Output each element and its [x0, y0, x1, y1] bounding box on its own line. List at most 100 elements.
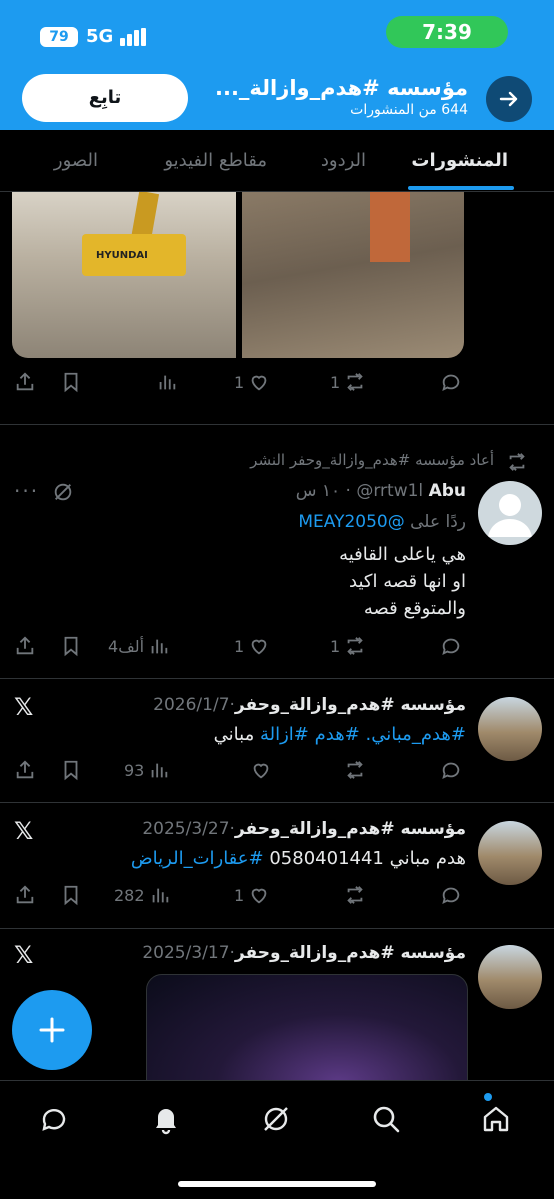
tab-posts[interactable]: المنشورات	[411, 150, 508, 171]
hashtag-link[interactable]: #عقارات_الرياض	[131, 848, 264, 869]
nav-home[interactable]	[476, 1099, 516, 1139]
default-avatar-icon	[488, 494, 532, 537]
author-name[interactable]: مؤسسه #هدم_وازالة_وحفر	[235, 695, 466, 715]
nav-search[interactable]	[366, 1099, 406, 1139]
rubble-photo[interactable]	[242, 192, 464, 358]
views-button[interactable]: 93	[124, 759, 170, 781]
author-line: 2025/3/17·مؤسسه #هدم_وازالة_وحفر	[142, 943, 466, 963]
tab-replies[interactable]: الردود	[321, 150, 366, 171]
tab-videos[interactable]: مقاطع الفيديو	[164, 150, 267, 171]
tab-photos[interactable]: الصور	[54, 150, 98, 171]
share-icon	[16, 372, 34, 391]
nav-messages[interactable]	[34, 1099, 74, 1139]
author-name[interactable]: مؤسسه #هدم_وازالة_وحفر	[235, 819, 466, 839]
back-button[interactable]	[486, 76, 532, 122]
post-text: هدم مباني 0580401441 #عقارات_الرياض	[131, 845, 466, 872]
repost-icon	[509, 453, 525, 471]
grok-icon[interactable]	[52, 481, 74, 503]
repost-button[interactable]: 1	[330, 371, 366, 393]
reply-icon	[442, 762, 460, 780]
avatar[interactable]	[478, 821, 542, 885]
messages-icon	[42, 1109, 66, 1131]
repost-icon	[347, 886, 363, 904]
views-button[interactable]	[156, 371, 178, 393]
reply-button[interactable]	[440, 759, 462, 781]
post-actions: 282 1	[0, 881, 554, 911]
author-name[interactable]: Abu	[429, 481, 466, 501]
breaker-attachment	[370, 192, 410, 262]
post-count: 644 من المنشورات	[350, 102, 468, 118]
author-line: 2026/1/7·مؤسسه #هدم_وازالة_وحفر	[153, 695, 466, 715]
repost-icon	[347, 373, 363, 391]
nav-grok[interactable]	[256, 1099, 296, 1139]
excavator-brand: HYUNDAI	[96, 250, 148, 261]
bookmark-button[interactable]	[60, 759, 82, 781]
author-line: ١٠ س · @rrtw1l Abu	[295, 481, 466, 501]
bookmark-button[interactable]	[60, 635, 82, 657]
like-button[interactable]: 1	[234, 635, 270, 657]
repost-icon	[347, 637, 363, 655]
heart-icon	[251, 375, 267, 391]
reply-button[interactable]	[440, 371, 462, 393]
post-text: هي ياعلى القافيه او انها قصه اكيد والمتو…	[339, 541, 466, 622]
post-line: والمتوقع قصه	[363, 598, 466, 619]
reposted-by: أعاد مؤسسه #هدم_وازالة_وحفر النشر	[250, 451, 494, 469]
repost-count: 1	[330, 636, 341, 656]
reply-button[interactable]	[440, 635, 462, 657]
follow-button[interactable]: تابِع	[22, 74, 188, 122]
view-count: 93	[124, 760, 145, 780]
post-video-thumbnail[interactable]	[146, 974, 468, 1084]
repost-button[interactable]: 1	[330, 635, 366, 657]
share-button[interactable]	[14, 759, 36, 781]
reply-button[interactable]	[440, 884, 462, 906]
like-button[interactable]	[250, 759, 272, 781]
view-count: 4ألف	[108, 636, 145, 656]
repost-count: 1	[330, 372, 341, 392]
avatar[interactable]	[478, 697, 542, 761]
views-icon	[159, 375, 176, 390]
notification-dot	[484, 1093, 492, 1101]
hashtag-link[interactable]: #هدم	[315, 724, 360, 745]
nav-notifications[interactable]	[146, 1099, 186, 1139]
avatar[interactable]	[478, 945, 542, 1009]
bookmark-icon	[64, 372, 78, 393]
author-name[interactable]: مؤسسه #هدم_وازالة_وحفر	[235, 943, 466, 963]
views-icon	[152, 888, 168, 903]
bookmark-button[interactable]	[60, 371, 82, 393]
more-options[interactable]: ···	[14, 479, 39, 503]
network-label: 5G	[86, 26, 114, 47]
author-handle[interactable]: @rrtw1l	[356, 481, 423, 501]
like-count: 1	[234, 636, 245, 656]
post-line: او انها قصه اكيد	[349, 571, 466, 592]
compose-button[interactable]	[12, 990, 92, 1070]
reply-icon	[442, 638, 460, 656]
views-button[interactable]: 282	[114, 884, 171, 906]
share-button[interactable]	[14, 884, 36, 906]
share-button[interactable]	[14, 371, 36, 393]
signal-icon	[120, 28, 150, 46]
post-media[interactable]: HYUNDAI	[12, 192, 464, 358]
share-button[interactable]	[14, 635, 36, 657]
reply-to: ردًا على @MEAY2050	[298, 509, 466, 536]
bookmark-icon	[64, 636, 78, 657]
excavator-photo[interactable]: HYUNDAI	[12, 192, 236, 358]
bookmark-icon	[64, 760, 78, 781]
share-icon	[16, 885, 34, 904]
post-body: هدم مباني 0580401441	[269, 848, 466, 869]
views-icon	[152, 763, 168, 778]
hashtag-link[interactable]: #ازالة	[260, 724, 309, 745]
like-button[interactable]: 1	[234, 371, 270, 393]
notifications-icon	[156, 1109, 176, 1135]
post-actions: 93	[0, 756, 554, 786]
share-icon	[16, 636, 34, 655]
repost-button[interactable]	[344, 759, 366, 781]
repost-button[interactable]	[344, 884, 366, 906]
like-button[interactable]: 1	[234, 884, 270, 906]
reply-handle-link[interactable]: @MEAY2050	[298, 512, 404, 532]
hashtag-link[interactable]: #هدم_مباني.	[366, 724, 466, 745]
active-tab-indicator	[408, 186, 514, 190]
post-date: 2025/3/27	[142, 819, 230, 839]
bookmark-button[interactable]	[60, 884, 82, 906]
views-button[interactable]: 4ألف	[108, 635, 170, 657]
avatar[interactable]	[478, 481, 542, 545]
